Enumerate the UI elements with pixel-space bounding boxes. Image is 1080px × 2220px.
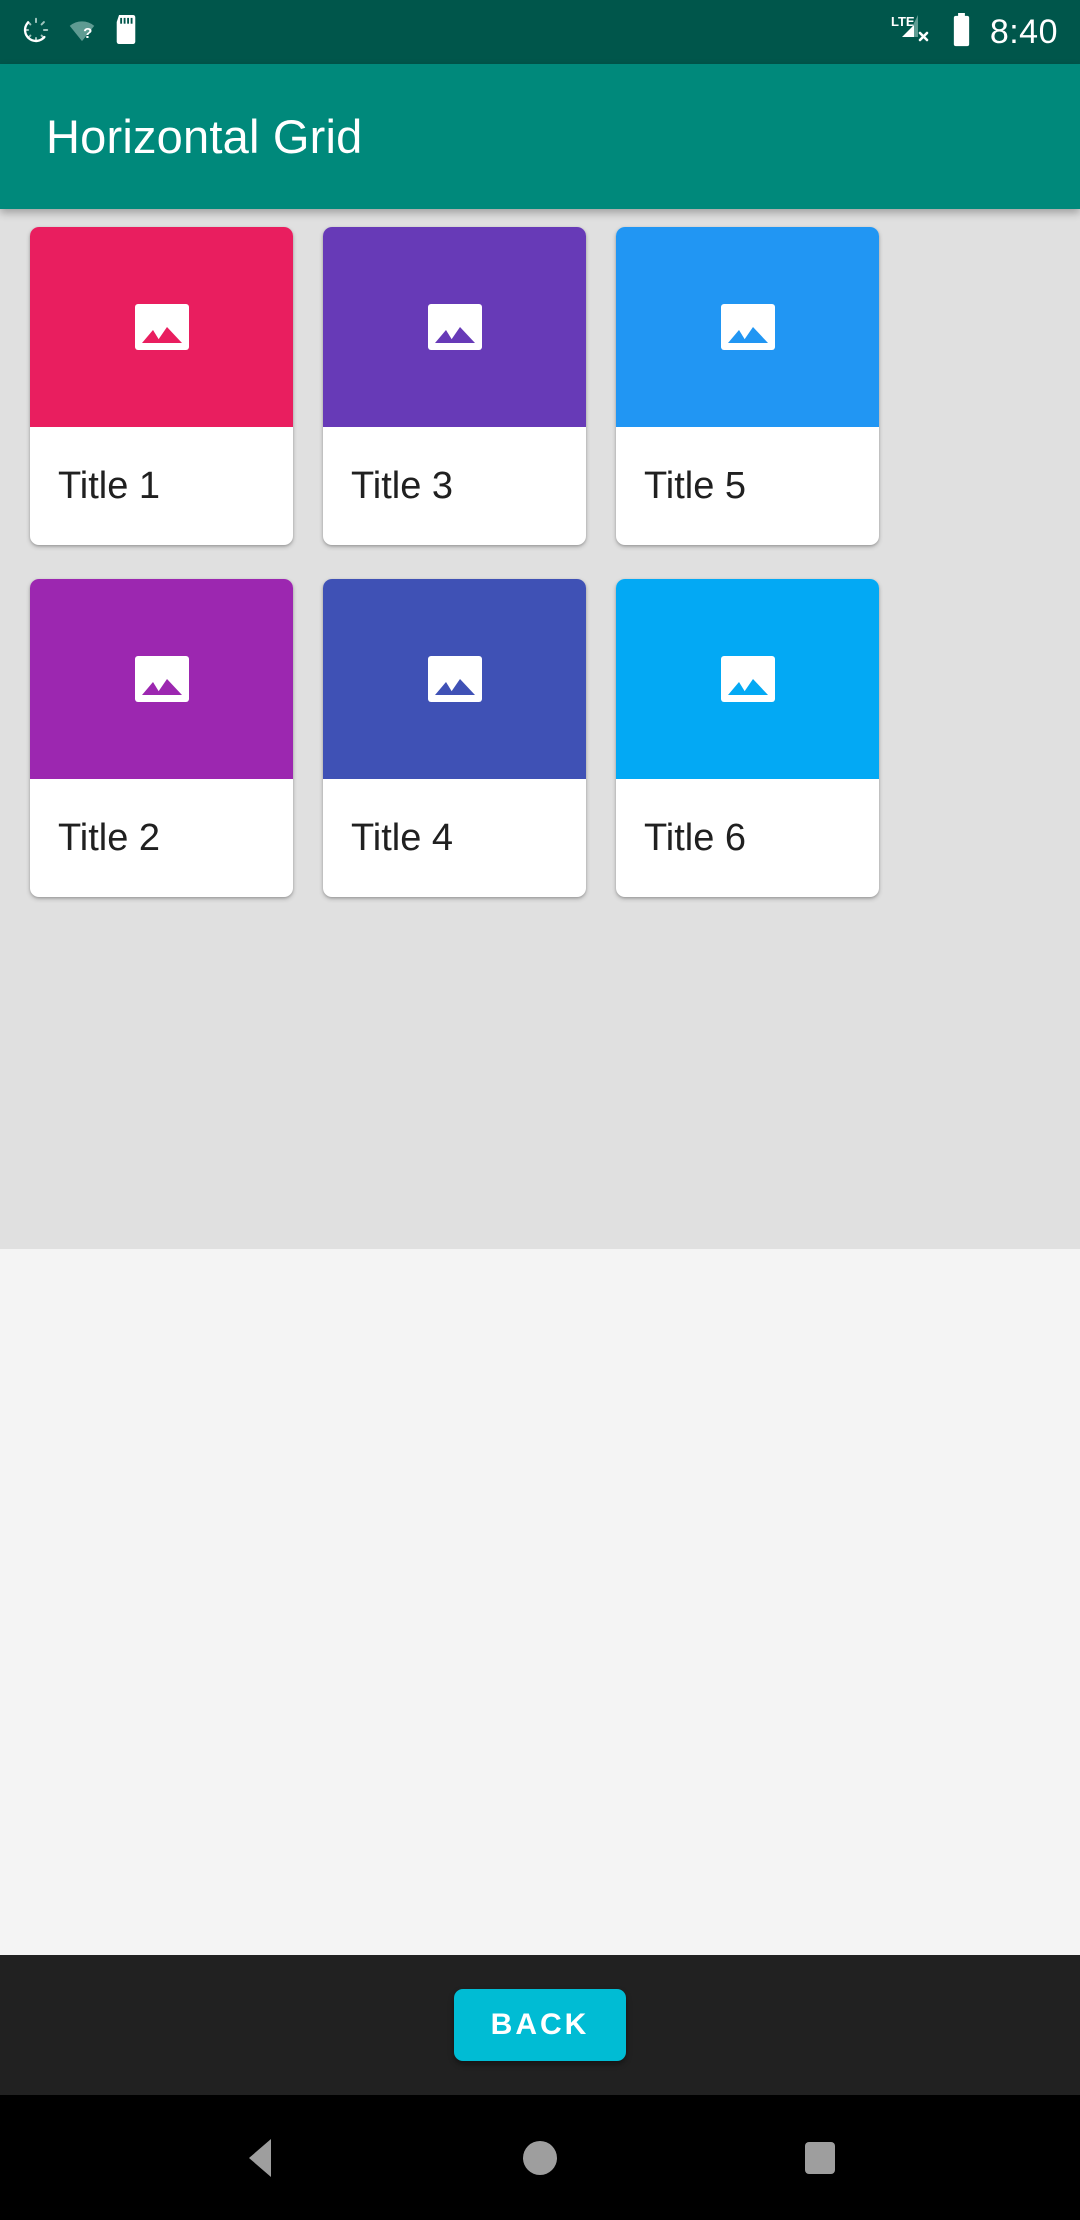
- grid-card[interactable]: Title 4: [323, 579, 586, 897]
- nav-home-icon: [523, 2140, 557, 2175]
- svg-text:?: ?: [83, 25, 92, 42]
- lte-signal-no-service-icon: LTE: [891, 13, 937, 52]
- grid-track: Title 1 Title 2 Title 3 Title 4 Title 5 Title…: [0, 227, 879, 897]
- grid-card[interactable]: Title 6: [616, 579, 879, 897]
- android-navigation-bar: [0, 2095, 1080, 2220]
- image-placeholder-icon: [134, 656, 189, 702]
- content-filler: [0, 1249, 1080, 1955]
- card-title: Title 2: [58, 816, 161, 859]
- grid-card[interactable]: Title 2: [30, 579, 293, 897]
- nav-recents-button[interactable]: [775, 2113, 865, 2203]
- card-media: [616, 579, 879, 779]
- image-placeholder-icon: [134, 304, 189, 350]
- grid-card[interactable]: Title 1: [30, 227, 293, 545]
- nav-back-icon: [249, 2138, 271, 2177]
- status-bar-left-icons: ?: [22, 15, 138, 49]
- image-placeholder-icon: [427, 304, 482, 350]
- card-title: Title 6: [644, 816, 747, 859]
- nav-back-button[interactable]: [215, 2113, 305, 2203]
- sync-spinner-icon: [22, 16, 50, 49]
- image-placeholder-icon: [427, 656, 482, 702]
- card-title: Title 3: [351, 464, 454, 507]
- lte-label: LTE: [891, 14, 915, 29]
- wifi-unknown-icon: ?: [68, 16, 96, 49]
- card-media: [30, 227, 293, 427]
- card-media: [616, 227, 879, 427]
- grid-card[interactable]: Title 5: [616, 227, 879, 545]
- status-bar-clock: 8:40: [989, 13, 1058, 51]
- image-placeholder-icon: [720, 304, 775, 350]
- nav-recents-icon: [805, 2141, 835, 2174]
- phone-screen: ? LTE 8:40 Horizontal Grid Title 1 Title…: [0, 0, 1080, 2220]
- nav-home-button[interactable]: [495, 2113, 585, 2203]
- back-button[interactable]: BACK: [454, 1989, 626, 2061]
- app-bar: Horizontal Grid: [0, 64, 1080, 209]
- footer-bar: BACK: [0, 1955, 1080, 2095]
- battery-full-icon: [951, 12, 972, 52]
- card-media: [323, 579, 586, 779]
- image-placeholder-icon: [720, 656, 775, 702]
- status-bar: ? LTE 8:40: [0, 0, 1080, 64]
- card-title: Title 5: [644, 464, 747, 507]
- horizontal-grid-scroll-region[interactable]: Title 1 Title 2 Title 3 Title 4 Title 5 Title…: [0, 209, 1080, 1249]
- sd-card-icon: [114, 15, 138, 49]
- card-title: Title 1: [58, 464, 161, 507]
- status-bar-right-icons: LTE 8:40: [891, 12, 1058, 52]
- card-media: [30, 579, 293, 779]
- card-media: [323, 227, 586, 427]
- page-title: Horizontal Grid: [46, 110, 363, 163]
- grid-card[interactable]: Title 3: [323, 227, 586, 545]
- card-title: Title 4: [351, 816, 454, 859]
